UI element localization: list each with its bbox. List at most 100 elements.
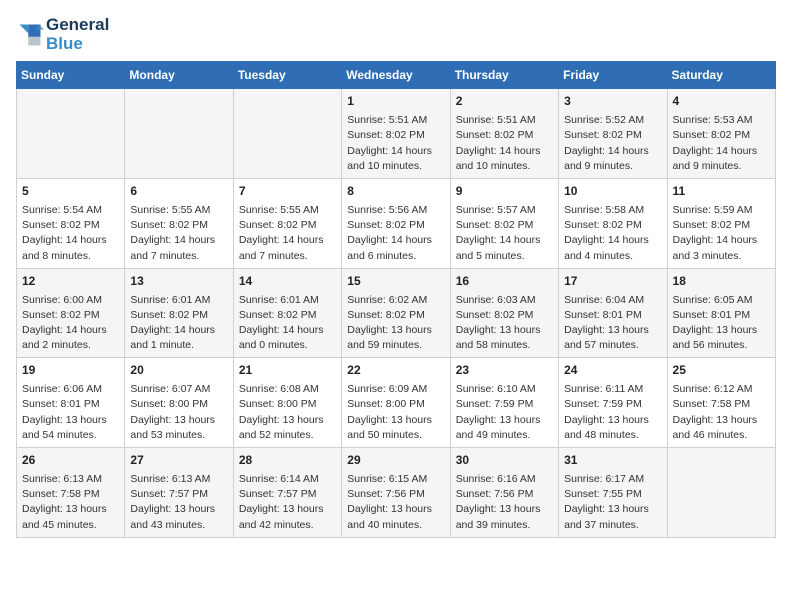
day-number: 11: [673, 183, 770, 200]
cell-content: Sunrise: 6:01 AM Sunset: 8:02 PM Dayligh…: [130, 293, 227, 354]
calendar-cell: [17, 89, 125, 179]
cell-content: Sunrise: 6:08 AM Sunset: 8:00 PM Dayligh…: [239, 382, 336, 443]
calendar-cell: 7 Sunrise: 5:55 AM Sunset: 8:02 PM Daylig…: [233, 179, 341, 269]
calendar-cell: 22 Sunrise: 6:09 AM Sunset: 8:00 PM Dayli…: [342, 358, 450, 448]
calendar-cell: 24 Sunrise: 6:11 AM Sunset: 7:59 PM Dayli…: [559, 358, 667, 448]
calendar-cell: 5 Sunrise: 5:54 AM Sunset: 8:02 PM Daylig…: [17, 179, 125, 269]
calendar-table: SundayMondayTuesdayWednesdayThursdayFrid…: [16, 61, 776, 537]
calendar-week-row: 19 Sunrise: 6:06 AM Sunset: 8:01 PM Dayli…: [17, 358, 776, 448]
day-number: 7: [239, 183, 336, 200]
cell-content: Sunrise: 6:03 AM Sunset: 8:02 PM Dayligh…: [456, 293, 553, 354]
calendar-cell: 11 Sunrise: 5:59 AM Sunset: 8:02 PM Dayli…: [667, 179, 775, 269]
cell-content: Sunrise: 5:51 AM Sunset: 8:02 PM Dayligh…: [347, 113, 444, 174]
day-number: 10: [564, 183, 661, 200]
calendar-body: 1Sunrise: 5:51 AM Sunset: 8:02 PM Daylig…: [17, 89, 776, 537]
cell-content: Sunrise: 6:17 AM Sunset: 7:55 PM Dayligh…: [564, 472, 661, 533]
cell-content: Sunrise: 5:55 AM Sunset: 8:02 PM Dayligh…: [130, 203, 227, 264]
day-of-week-header: Monday: [125, 62, 233, 89]
calendar-cell: 25Sunrise: 6:12 AM Sunset: 7:58 PM Dayli…: [667, 358, 775, 448]
cell-content: Sunrise: 5:51 AM Sunset: 8:02 PM Dayligh…: [456, 113, 553, 174]
calendar-cell: 27Sunrise: 6:13 AM Sunset: 7:57 PM Dayli…: [125, 448, 233, 538]
logo-icon: [16, 21, 44, 49]
day-number: 29: [347, 452, 444, 469]
day-number: 15: [347, 273, 444, 290]
cell-content: Sunrise: 6:02 AM Sunset: 8:02 PM Dayligh…: [347, 293, 444, 354]
day-number: 19: [22, 362, 119, 379]
calendar-cell: 13 Sunrise: 6:01 AM Sunset: 8:02 PM Dayli…: [125, 268, 233, 358]
logo-text-line1: General: [46, 16, 109, 35]
calendar-week-row: 12 Sunrise: 6:00 AM Sunset: 8:02 PM Dayli…: [17, 268, 776, 358]
day-number: 6: [130, 183, 227, 200]
calendar-cell: 9 Sunrise: 5:57 AM Sunset: 8:02 PM Daylig…: [450, 179, 558, 269]
days-of-week-row: SundayMondayTuesdayWednesdayThursdayFrid…: [17, 62, 776, 89]
day-number: 5: [22, 183, 119, 200]
day-number: 17: [564, 273, 661, 290]
calendar-cell: 8 Sunrise: 5:56 AM Sunset: 8:02 PM Daylig…: [342, 179, 450, 269]
day-of-week-header: Friday: [559, 62, 667, 89]
calendar-cell: 1Sunrise: 5:51 AM Sunset: 8:02 PM Daylig…: [342, 89, 450, 179]
cell-content: Sunrise: 6:04 AM Sunset: 8:01 PM Dayligh…: [564, 293, 661, 354]
day-of-week-header: Sunday: [17, 62, 125, 89]
day-number: 23: [456, 362, 553, 379]
cell-content: Sunrise: 6:09 AM Sunset: 8:00 PM Dayligh…: [347, 382, 444, 443]
day-number: 20: [130, 362, 227, 379]
cell-content: Sunrise: 6:11 AM Sunset: 7:59 PM Dayligh…: [564, 382, 661, 443]
calendar-cell: 2 Sunrise: 5:51 AM Sunset: 8:02 PM Daylig…: [450, 89, 558, 179]
day-number: 12: [22, 273, 119, 290]
calendar-cell: 26 Sunrise: 6:13 AM Sunset: 7:58 PM Dayli…: [17, 448, 125, 538]
calendar-cell: 17 Sunrise: 6:04 AM Sunset: 8:01 PM Dayli…: [559, 268, 667, 358]
cell-content: Sunrise: 5:55 AM Sunset: 8:02 PM Dayligh…: [239, 203, 336, 264]
cell-content: Sunrise: 6:01 AM Sunset: 8:02 PM Dayligh…: [239, 293, 336, 354]
calendar-cell: [667, 448, 775, 538]
day-number: 2: [456, 93, 553, 110]
cell-content: Sunrise: 6:14 AM Sunset: 7:57 PM Dayligh…: [239, 472, 336, 533]
cell-content: Sunrise: 6:12 AM Sunset: 7:58 PM Dayligh…: [673, 382, 770, 443]
day-number: 18: [673, 273, 770, 290]
logo-text-line2: Blue: [46, 35, 109, 54]
day-of-week-header: Thursday: [450, 62, 558, 89]
calendar-cell: 31 Sunrise: 6:17 AM Sunset: 7:55 PM Dayli…: [559, 448, 667, 538]
day-number: 4: [673, 93, 770, 110]
day-number: 24: [564, 362, 661, 379]
calendar-cell: 16 Sunrise: 6:03 AM Sunset: 8:02 PM Dayli…: [450, 268, 558, 358]
cell-content: Sunrise: 5:57 AM Sunset: 8:02 PM Dayligh…: [456, 203, 553, 264]
calendar-cell: 15 Sunrise: 6:02 AM Sunset: 8:02 PM Dayli…: [342, 268, 450, 358]
calendar-cell: 6 Sunrise: 5:55 AM Sunset: 8:02 PM Daylig…: [125, 179, 233, 269]
calendar-cell: [233, 89, 341, 179]
cell-content: Sunrise: 6:00 AM Sunset: 8:02 PM Dayligh…: [22, 293, 119, 354]
calendar-week-row: 26 Sunrise: 6:13 AM Sunset: 7:58 PM Dayli…: [17, 448, 776, 538]
day-number: 30: [456, 452, 553, 469]
day-number: 26: [22, 452, 119, 469]
calendar-cell: 18 Sunrise: 6:05 AM Sunset: 8:01 PM Dayli…: [667, 268, 775, 358]
cell-content: Sunrise: 6:06 AM Sunset: 8:01 PM Dayligh…: [22, 382, 119, 443]
calendar-cell: 12 Sunrise: 6:00 AM Sunset: 8:02 PM Dayli…: [17, 268, 125, 358]
day-number: 13: [130, 273, 227, 290]
calendar-cell: 3Sunrise: 5:52 AM Sunset: 8:02 PM Daylig…: [559, 89, 667, 179]
calendar-cell: 10Sunrise: 5:58 AM Sunset: 8:02 PM Dayli…: [559, 179, 667, 269]
calendar-week-row: 1Sunrise: 5:51 AM Sunset: 8:02 PM Daylig…: [17, 89, 776, 179]
calendar-cell: 4Sunrise: 5:53 AM Sunset: 8:02 PM Daylig…: [667, 89, 775, 179]
day-number: 3: [564, 93, 661, 110]
day-number: 8: [347, 183, 444, 200]
day-number: 22: [347, 362, 444, 379]
calendar-cell: 28Sunrise: 6:14 AM Sunset: 7:57 PM Dayli…: [233, 448, 341, 538]
cell-content: Sunrise: 5:56 AM Sunset: 8:02 PM Dayligh…: [347, 203, 444, 264]
cell-content: Sunrise: 6:05 AM Sunset: 8:01 PM Dayligh…: [673, 293, 770, 354]
day-number: 21: [239, 362, 336, 379]
day-number: 31: [564, 452, 661, 469]
cell-content: Sunrise: 5:54 AM Sunset: 8:02 PM Dayligh…: [22, 203, 119, 264]
calendar-cell: 14 Sunrise: 6:01 AM Sunset: 8:02 PM Dayli…: [233, 268, 341, 358]
day-number: 9: [456, 183, 553, 200]
cell-content: Sunrise: 6:13 AM Sunset: 7:58 PM Dayligh…: [22, 472, 119, 533]
cell-content: Sunrise: 6:15 AM Sunset: 7:56 PM Dayligh…: [347, 472, 444, 533]
calendar-cell: 30 Sunrise: 6:16 AM Sunset: 7:56 PM Dayli…: [450, 448, 558, 538]
day-number: 14: [239, 273, 336, 290]
day-number: 27: [130, 452, 227, 469]
calendar-cell: 29 Sunrise: 6:15 AM Sunset: 7:56 PM Dayli…: [342, 448, 450, 538]
cell-content: Sunrise: 6:16 AM Sunset: 7:56 PM Dayligh…: [456, 472, 553, 533]
logo: General Blue: [16, 16, 109, 53]
day-of-week-header: Wednesday: [342, 62, 450, 89]
cell-content: Sunrise: 5:59 AM Sunset: 8:02 PM Dayligh…: [673, 203, 770, 264]
calendar-cell: [125, 89, 233, 179]
day-number: 16: [456, 273, 553, 290]
